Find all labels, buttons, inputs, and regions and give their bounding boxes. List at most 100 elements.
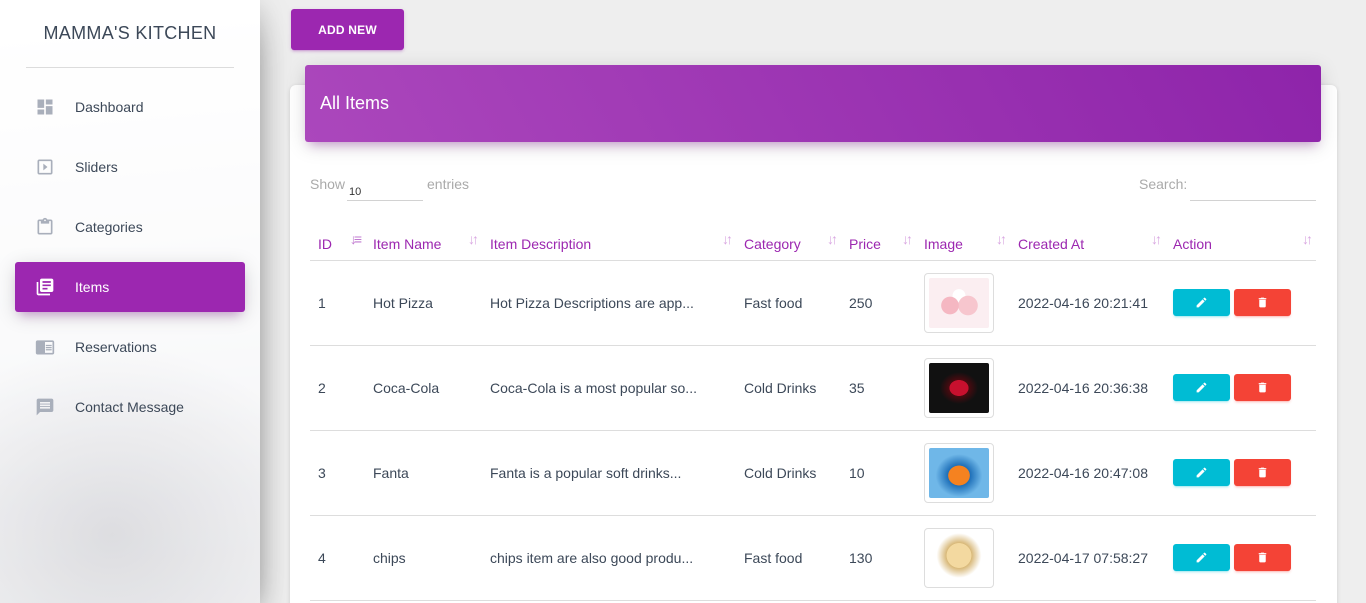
trash-icon [1258,382,1267,393]
slideshow-icon [35,157,55,177]
cell-created-at: 2022-04-16 20:36:38 [1010,345,1165,431]
sidebar-item-reservations[interactable]: Reservations [15,322,245,372]
cell-item-name: Coca-Cola [365,345,482,431]
cell-created-at: 2022-04-16 20:47:08 [1010,430,1165,516]
cell-created-at: 2022-04-16 20:21:41 [1010,260,1165,346]
cell-item-name: chips [365,515,482,601]
edit-button[interactable] [1173,374,1230,401]
cell-price: 250 [841,260,916,346]
sort-icon: ↓↑ [1151,231,1162,247]
logo-divider [26,67,234,68]
cell-image [916,345,1010,431]
clipboard-icon [35,217,55,237]
edit-button[interactable] [1173,459,1230,486]
cell-item-description: Coca-Cola is a most popular so... [482,345,736,431]
cell-item-description: Fanta is a popular soft drinks... [482,430,736,516]
cell-id: 1 [310,260,365,346]
column-header-item-name[interactable]: Item Name ↓↑ [365,227,482,261]
brand-logo[interactable]: MAMMA'S KITCHEN [0,0,260,67]
cell-image [916,515,1010,601]
delete-button[interactable] [1234,289,1291,316]
cell-item-description: chips item are also good produ... [482,515,736,601]
pizza-image [929,277,989,328]
edit-button[interactable] [1173,289,1230,316]
sidebar: MAMMA'S KITCHEN Dashboard Sliders Catego… [0,0,260,603]
sort-asc-icon: ↓≡ [349,231,362,247]
sidebar-item-label: Categories [75,219,143,235]
cell-category: Cold Drinks [736,345,841,431]
search-input[interactable] [1190,173,1316,201]
column-header-action[interactable]: Action ↓↑ [1165,227,1316,261]
table-row: 1 Hot Pizza Hot Pizza Descriptions are a… [310,260,1316,346]
cell-action [1165,345,1316,431]
column-header-item-description[interactable]: Item Description ↓↑ [482,227,736,261]
column-header-created-at[interactable]: Created At ↓↑ [1010,227,1165,261]
cell-id: 2 [310,345,365,431]
dashboard-icon [35,97,55,117]
fanta-image [929,447,989,498]
sidebar-item-label: Items [75,279,110,295]
delete-button[interactable] [1234,544,1291,571]
item-thumbnail [924,272,994,333]
sidebar-item-categories[interactable]: Categories [15,202,245,252]
library-books-icon [35,277,55,297]
show-label: Show [310,176,346,192]
cell-price: 35 [841,345,916,431]
trash-icon [1258,297,1267,308]
sort-icon: ↓↑ [827,231,838,247]
sort-icon: ↓↑ [1302,231,1313,247]
sidebar-item-label: Dashboard [75,99,144,115]
cell-price: 130 [841,515,916,601]
entries-label: entries [427,176,470,192]
cell-item-name: Fanta [365,430,482,516]
cell-action [1165,515,1316,601]
sidebar-item-dashboard[interactable]: Dashboard [15,82,245,132]
cell-action [1165,430,1316,516]
column-header-id[interactable]: ID ↓≡ [310,227,365,261]
table-row: 3 Fanta Fanta is a popular soft drinks..… [310,430,1316,516]
cell-image [916,260,1010,346]
add-new-button[interactable]: ADD NEW [291,9,404,50]
sidebar-nav: Dashboard Sliders Categories Items Reser… [0,82,260,432]
column-header-price[interactable]: Price ↓↑ [841,227,916,261]
trash-icon [1258,467,1267,478]
delete-button[interactable] [1234,459,1291,486]
column-header-image[interactable]: Image ↓↑ [916,227,1010,261]
table-header-row: ID ↓≡ Item Name ↓↑ Item Description ↓↑ Cate… [310,227,1316,261]
cell-category: Fast food [736,260,841,346]
cell-item-name: Hot Pizza [365,260,482,346]
cell-category: Cold Drinks [736,430,841,516]
search-label: Search: [1139,176,1188,192]
sidebar-item-sliders[interactable]: Sliders [15,142,245,192]
cell-id: 3 [310,430,365,516]
sidebar-item-contact-message[interactable]: Contact Message [15,382,245,432]
card-title: All Items [320,93,390,113]
coke-image [929,362,989,413]
message-icon [35,397,55,417]
chips-image [929,532,989,583]
sidebar-item-items[interactable]: Items [15,262,245,312]
items-table: ID ↓≡ Item Name ↓↑ Item Description ↓↑ Cate… [310,227,1316,601]
table-row: 4 chips chips item are also good produ..… [310,515,1316,601]
cell-action [1165,260,1316,346]
cell-image [916,430,1010,516]
cell-id: 4 [310,515,365,601]
pencil-icon [1196,552,1207,563]
entries-length-select[interactable] [347,184,423,201]
sidebar-item-label: Contact Message [75,399,184,415]
sidebar-item-label: Reservations [75,339,157,355]
cell-created-at: 2022-04-17 07:58:27 [1010,515,1165,601]
cell-price: 10 [841,430,916,516]
delete-button[interactable] [1234,374,1291,401]
item-thumbnail [924,527,994,588]
trash-icon [1258,552,1267,563]
column-header-category[interactable]: Category ↓↑ [736,227,841,261]
pencil-icon [1196,382,1207,393]
table-row: 2 Coca-Cola Coca-Cola is a most popular … [310,345,1316,431]
pencil-icon [1196,467,1207,478]
pencil-icon [1196,297,1207,308]
cell-category: Fast food [736,515,841,601]
item-thumbnail [924,442,994,503]
edit-button[interactable] [1173,544,1230,571]
card-header: All Items [305,65,1321,142]
